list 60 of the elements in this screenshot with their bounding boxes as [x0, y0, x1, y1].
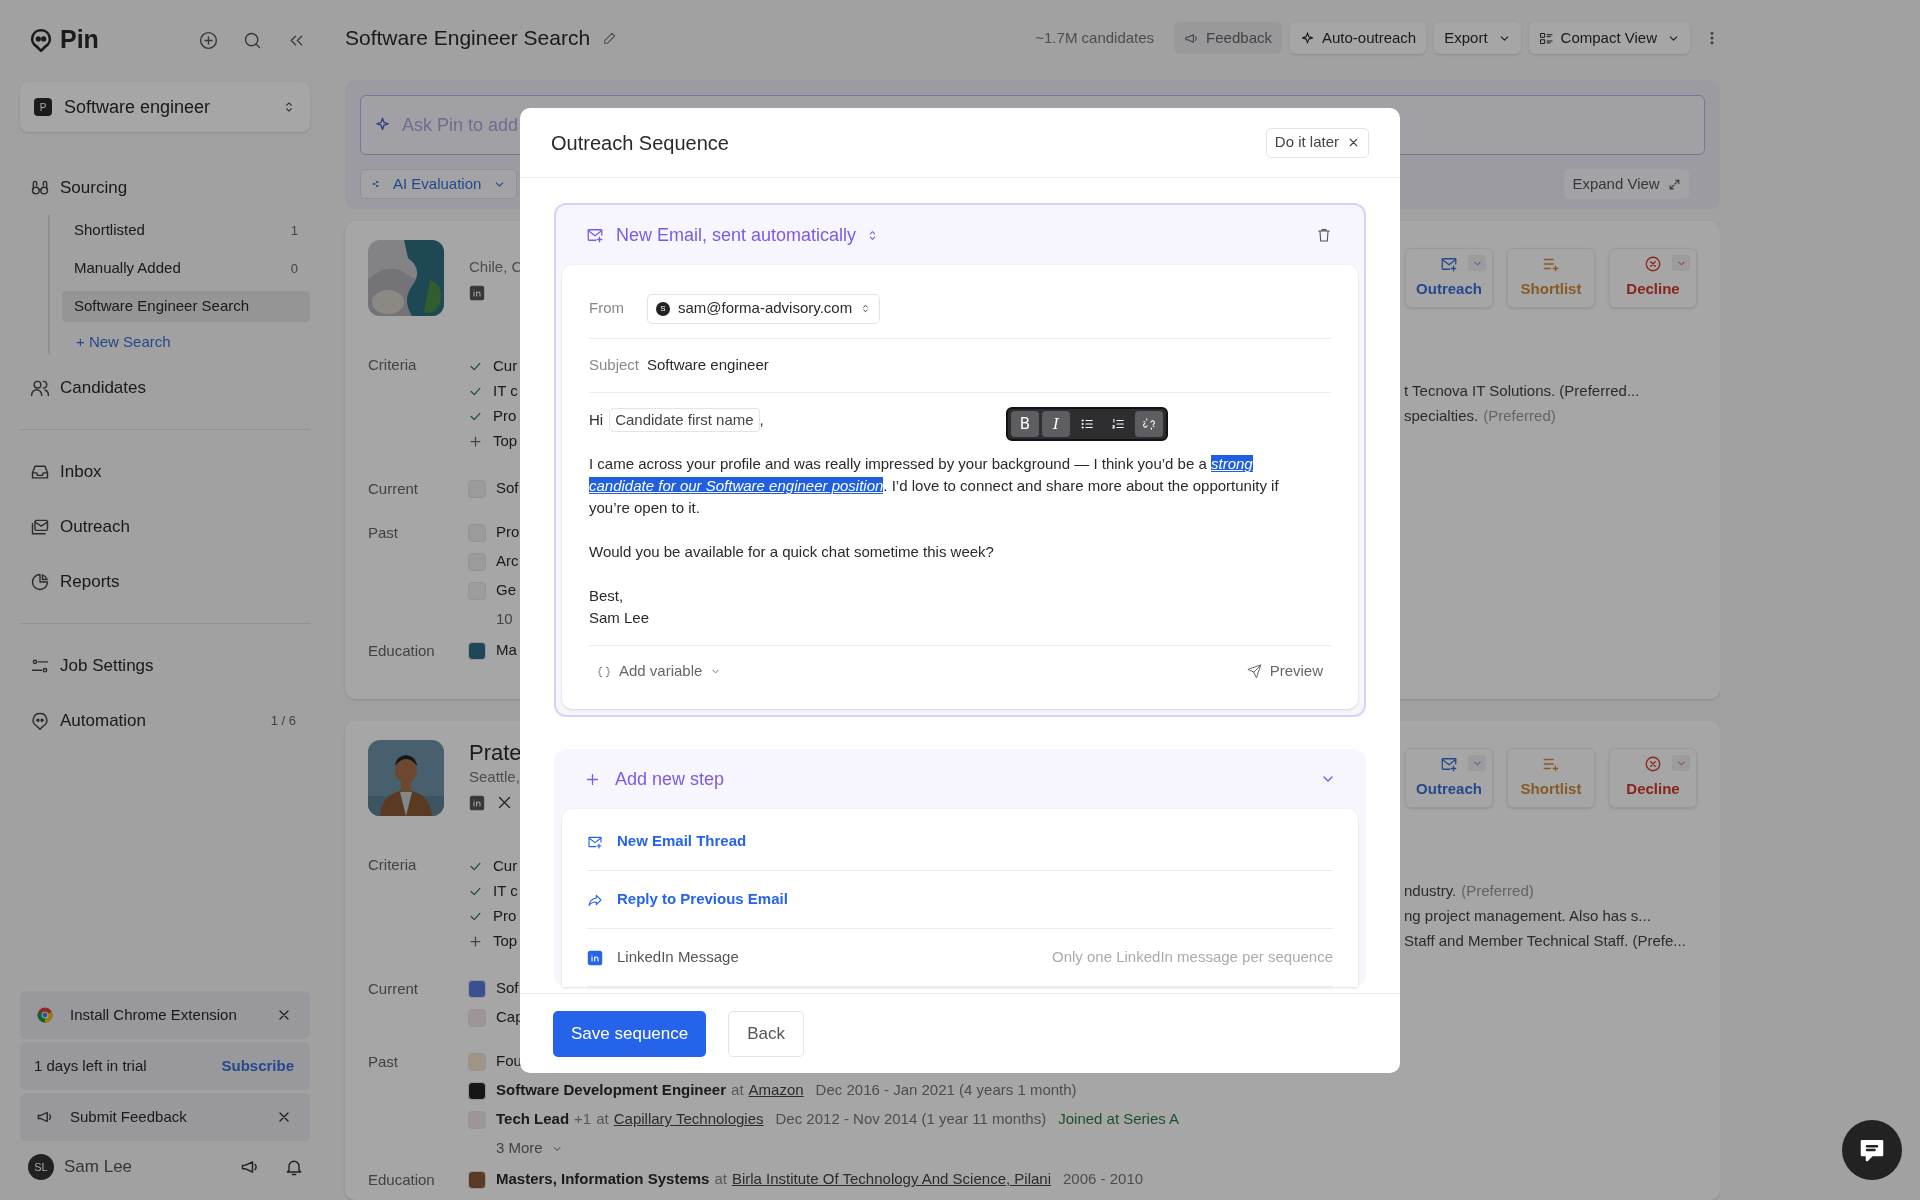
criteria-text: Top: [493, 931, 518, 952]
job-title: Software Development Engineer: [496, 1080, 727, 1101]
sender-avatar: S: [656, 301, 670, 316]
option-note: Only one LinkedIn message per sequence: [1052, 947, 1333, 968]
trial-text: 1 days left in trial: [34, 1055, 148, 1076]
funding-tag: Joined at Series A: [1058, 1108, 1180, 1131]
section-label: Current: [368, 979, 420, 999]
dialog-title: Outreach Sequence: [551, 130, 730, 156]
experience-text: Sof: [496, 478, 519, 499]
candidate-location: Seattle,: [469, 767, 521, 787]
criteria-note: ng project management. Also has s...: [1404, 906, 1651, 927]
section-label: Past: [368, 523, 399, 543]
criteria-note: specialties.: [1404, 406, 1479, 427]
criteria-text: Top: [493, 431, 518, 452]
criteria-text: Cur: [493, 856, 518, 877]
extra-count: +1: [574, 1109, 592, 1130]
criteria-text: Pro: [493, 906, 517, 927]
candidate-count: ~1.7M candidates: [1035, 27, 1155, 48]
comma-text: ,: [759, 410, 764, 430]
section-label: Criteria: [368, 355, 418, 375]
criteria-text: Pro: [493, 406, 517, 427]
criteria-text: IT c: [493, 881, 518, 902]
page-title: Software Engineer Search: [345, 25, 591, 52]
job-title: Tech Lead: [496, 1109, 570, 1130]
date-range: Dec 2016 - Jan 2021 (4 years 1 month): [815, 1080, 1077, 1101]
experience-text: Sof: [496, 978, 519, 999]
candidate-name: Prate: [469, 740, 522, 766]
variable-chip: Candidate first name: [609, 408, 760, 432]
date-range: 2006 - 2010: [1063, 1169, 1144, 1190]
experience-text: Arc: [496, 551, 519, 572]
notice-text: Submit Feedback: [70, 1106, 188, 1127]
notice-text: Install Chrome Extension: [70, 1004, 238, 1025]
preferred-tag: (Preferred): [1483, 405, 1556, 428]
section-label: Past: [368, 1052, 399, 1072]
criteria-text: Cur: [493, 356, 518, 377]
experience-text: Ge: [496, 580, 516, 601]
user-avatar: SL: [28, 1154, 54, 1180]
field-label: From: [589, 298, 625, 319]
step-option: LinkedIn Message Only one LinkedIn message per sequence: [587, 929, 1333, 987]
criteria-note: ndustry.: [1404, 881, 1457, 902]
section-label: Education: [368, 1170, 436, 1190]
greeting-text: Hi: [589, 410, 604, 430]
criteria-text: IT c: [493, 381, 518, 402]
experience-text: Pro: [496, 522, 520, 543]
at-text: at: [596, 1109, 609, 1130]
section-label: Education: [368, 641, 436, 661]
project-badge: P: [34, 98, 52, 116]
brand-name: Pin: [60, 24, 99, 56]
criteria-note: t Tecnova IT Solutions. (Preferred...: [1404, 381, 1640, 402]
at-text: at: [714, 1169, 727, 1190]
at-text: at: [731, 1080, 744, 1101]
job-title: Masters, Information Systems: [496, 1169, 710, 1190]
date-range: Dec 2012 - Nov 2014 (1 year 11 months): [775, 1109, 1047, 1130]
field-label: Subject: [589, 355, 641, 376]
criteria-note: Staff and Member Technical Staff. (Prefe...: [1404, 931, 1686, 952]
section-label: Current: [368, 479, 420, 499]
section-label: Criteria: [368, 855, 418, 875]
user-name: Sam Lee: [64, 1156, 134, 1179]
experience-text: Ma: [496, 640, 517, 661]
preferred-tag: (Preferred): [1461, 880, 1534, 903]
